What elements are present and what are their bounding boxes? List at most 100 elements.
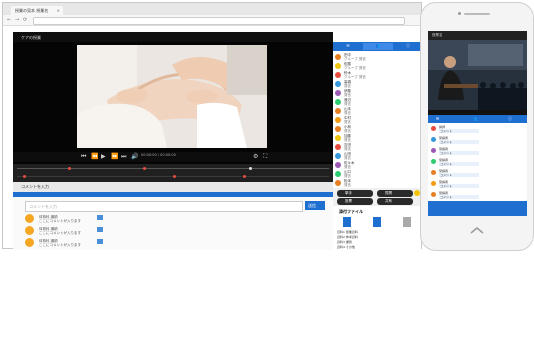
participant-row[interactable]: 佐藤 グループ 発言 [335,62,419,71]
participant-row[interactable]: 渡辺 発言 [335,98,419,107]
participant-row[interactable]: 鈴木 グループ 発言 [335,71,419,80]
avatar [431,170,436,175]
browser-tab[interactable]: 授業の見本 授業名 × [11,6,63,15]
participant-row[interactable]: 佐々木 発言 [335,161,419,170]
participant-row[interactable]: 小林 発言 [335,125,419,134]
timeline-marker[interactable] [173,175,176,178]
share-label: 共有 [385,199,392,203]
participant-row[interactable]: 山口 発言 [335,170,419,179]
timeline[interactable] [13,164,333,182]
participant-row[interactable]: 山田 発言 [335,152,419,161]
timeline-track [17,168,329,169]
reply-icon[interactable] [97,227,103,232]
timeline-marker[interactable] [243,175,246,178]
phone-comment-text: コメント [440,173,453,177]
avatar [431,181,436,186]
participant-row[interactable]: 松本 発言 [335,179,419,188]
file-row[interactable]: 資料4 その他 [337,245,417,249]
reload-icon[interactable]: ⟳ [23,17,27,23]
phone-comment-bubble: コメント [439,184,479,188]
video-frame[interactable] [77,45,267,148]
tab-users[interactable]: 👥 [472,116,477,121]
sidebar-actions: 挙手 質問 投票 共有 [333,188,421,206]
timeline-marker[interactable] [143,167,146,170]
tab-close-icon[interactable]: × [57,8,60,13]
fullscreen-icon[interactable]: ⛶ [263,153,267,161]
tab-users[interactable]: 👥 [363,43,393,50]
browser-window: 授業の見本 授業名 × ← → ⟳ ケアの授業 ⏮ ⏪ ▶ ⏩ ⏭ 🔊 00:0… [2,2,422,357]
phone-comment: 受講者 コメント [431,136,524,147]
play-icon[interactable]: ▶ [101,153,106,160]
participant-text: 発言 [344,174,351,178]
avatar [25,226,34,235]
comment-item: 体育科 講師 ここにコメントが入ります [25,238,115,250]
participant-sidebar: ✉ 👥 ⓘ 田中 グループ 発言 佐藤 グループ 発言 鈴木 グループ 発言 高橋 発言 伊藤発… [333,32,421,250]
avatar [431,192,436,197]
rewind-icon[interactable]: ⏪ [91,153,98,160]
participant-row[interactable]: 伊藤 発言 [335,89,419,98]
tab-info[interactable]: ⓘ [393,43,423,50]
participant-row[interactable]: 高橋 発言 [335,80,419,89]
comment-item: 体育科 講師 ここにコメントが入ります [25,214,115,226]
comment-placeholder: コメントを入力 [29,204,57,209]
avatar [335,135,341,141]
comment-text: ここにコメントが入ります [39,231,81,235]
comment-input[interactable]: コメントを入力 [25,201,303,212]
avatar [335,153,341,159]
phone-bottom-bar[interactable] [428,201,527,216]
video-player[interactable]: ⏮ ⏪ ▶ ⏩ ⏭ 🔊 00:00:00 / 00:00:00 ⚙ ⛶ [13,42,333,182]
participant-row[interactable]: 加藤 発言 [335,134,419,143]
file-row[interactable]: 資料2 参考資料 [337,235,417,239]
back-icon[interactable]: ← [7,17,11,23]
skip-back-icon[interactable]: ⏮ [81,153,86,161]
file-row[interactable]: 資料1 授業資料 [337,230,417,234]
phone-comment-bubble: コメント [439,162,479,166]
file-icon[interactable] [373,217,381,227]
fast-forward-icon[interactable]: ⏩ [111,153,118,160]
url-input[interactable] [33,17,405,25]
question-button[interactable]: 質問 [377,190,413,197]
file-header: 添付ファイル [339,209,363,214]
forward-icon[interactable]: → [15,17,19,23]
phone-comment-text: コメント [440,195,453,199]
participant-text: グループ 発言 [344,75,366,79]
phone-video[interactable] [428,40,527,110]
tab-chat[interactable]: ✉ [333,43,363,50]
volume-icon[interactable]: 🔊 [131,153,138,160]
file-row[interactable]: 資料3 課題 [337,240,417,244]
file-name: 資料2 参考資料 [337,235,358,239]
participant-row[interactable]: 山本 発言 [335,107,419,116]
participant-text: グループ 発言 [344,57,366,61]
playhead[interactable] [249,167,252,170]
chevron-up-icon[interactable] [465,225,489,237]
file-icon[interactable] [403,217,411,227]
tab-info[interactable]: ⓘ [508,116,512,122]
chat-label: コメントを入力 [21,184,49,189]
avatar [431,137,436,142]
skip-forward-icon[interactable]: ⏭ [121,153,126,161]
reply-icon[interactable] [97,239,103,244]
participant-text: 発言 [344,120,351,124]
tab-chat[interactable]: ✉ [436,116,439,121]
send-button[interactable]: 送信 [305,201,325,210]
file-icon[interactable] [343,217,351,227]
share-button[interactable]: 共有 [377,198,413,205]
tab-title: 授業の見本 授業名 [15,8,49,13]
participant-row[interactable]: 田中 グループ 発言 [335,53,419,62]
avatar [25,238,34,247]
phone-comment: 受講者 コメント [431,169,524,180]
raise-hand-button[interactable]: 挙手 [337,190,373,197]
participant-row[interactable]: 吉田 発言 [335,143,419,152]
participant-row[interactable]: 中村 発言 [335,116,419,125]
avatar [335,54,341,60]
camera-icon [458,12,461,15]
reply-icon[interactable] [97,215,103,220]
phone-comment-bubble: コメント [439,173,479,177]
participant-text: 発言 [344,156,351,160]
participant-text: 発言 [344,138,351,142]
timeline-marker[interactable] [23,175,26,178]
vote-button[interactable]: 投票 [337,198,373,205]
participant-text: 発言 [344,129,351,133]
settings-icon[interactable]: ⚙ [253,153,258,160]
timeline-marker[interactable] [68,167,71,170]
